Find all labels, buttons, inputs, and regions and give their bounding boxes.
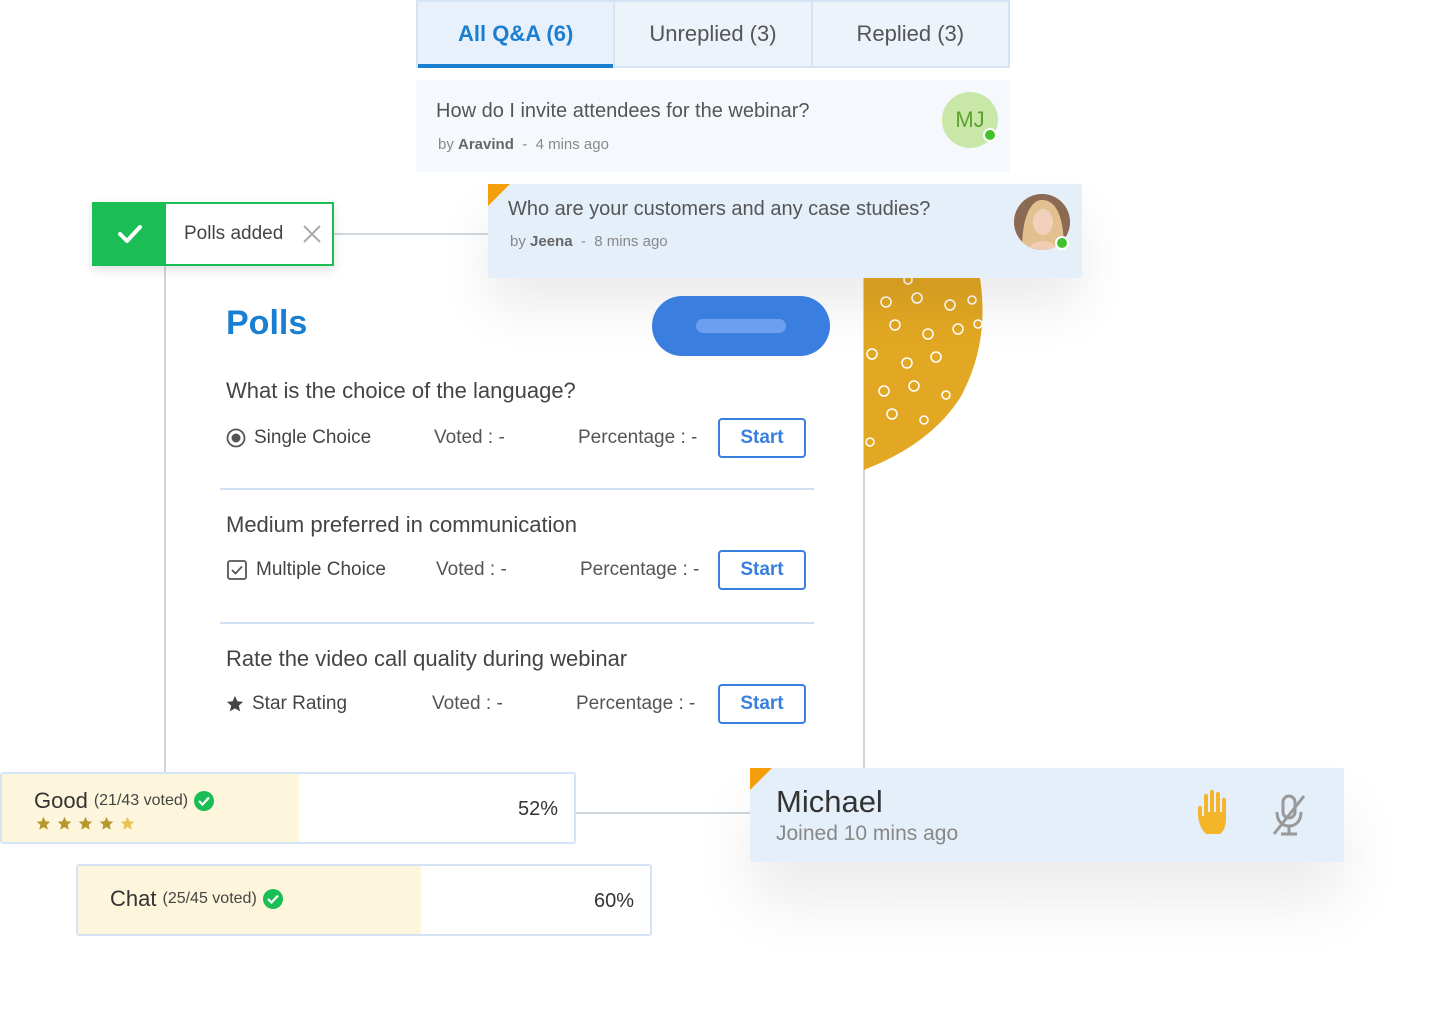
qa-tabs: All Q&A (6) Unreplied (3) Replied (3) — [416, 0, 1010, 68]
poll-type: Multiple Choice — [226, 550, 386, 590]
question-author: Jeena — [530, 233, 573, 250]
result-option: Chat — [110, 886, 157, 911]
mic-muted-icon[interactable] — [1270, 792, 1308, 843]
poll-type: Single Choice — [226, 418, 371, 458]
start-button[interactable]: Start — [718, 550, 806, 590]
poll-row: Star Rating Voted : - Percentage : - Sta… — [226, 684, 806, 724]
poll-type-label: Multiple Choice — [256, 559, 386, 580]
poll-voted: Voted : - — [436, 559, 507, 580]
result-percent: 52% — [517, 798, 558, 820]
poll-question: What is the choice of the language? — [226, 378, 576, 403]
poll-percentage: Percentage : - — [580, 559, 700, 580]
rating-star-icon — [57, 816, 72, 830]
by-prefix: by — [438, 136, 454, 153]
connector-toast-qa — [334, 233, 488, 235]
tab-all-qa[interactable]: All Q&A (6) — [418, 2, 616, 68]
poll-type-label: Star Rating — [252, 693, 348, 714]
meta-separator: - — [522, 136, 528, 153]
toast-message: Polls added — [184, 223, 284, 244]
poll-question: Medium preferred in communication — [226, 512, 577, 537]
poll-voted: Voted : - — [434, 427, 505, 448]
question-meta: by Jeena - 8 mins ago — [510, 233, 668, 250]
radio-icon — [226, 428, 246, 448]
by-prefix: by — [510, 233, 526, 250]
question-time: 8 mins ago — [594, 233, 668, 250]
question-card[interactable]: How do I invite attendees for the webina… — [416, 80, 1010, 172]
participant-card[interactable]: Michael Joined 10 mins ago — [750, 768, 1344, 862]
tab-replied[interactable]: Replied (3) — [813, 2, 1008, 66]
poll-result-bar: Chat (25/45 voted) 60% — [76, 864, 652, 936]
result-option: Good — [34, 788, 88, 813]
button-placeholder-bar — [696, 319, 786, 333]
rating-star-icon — [36, 816, 51, 830]
polls-title: Polls — [226, 304, 308, 342]
question-meta: by Aravind - 4 mins ago — [438, 136, 609, 153]
checkbox-icon — [227, 560, 247, 580]
question-time: 4 mins ago — [535, 136, 609, 153]
poll-percentage: Percentage : - — [576, 693, 696, 714]
verified-check-icon — [194, 791, 215, 811]
question-author: Aravind — [458, 136, 514, 153]
result-votes: (21/43 voted) — [93, 792, 189, 809]
result-label: Good (21/43 voted) — [34, 788, 215, 814]
close-icon[interactable] — [292, 204, 332, 264]
poll-percentage: Percentage : - — [578, 427, 698, 448]
check-icon — [94, 204, 166, 264]
poll-result-bar: Good (21/43 voted) 52% — [0, 772, 576, 844]
tab-unreplied[interactable]: Unreplied (3) — [615, 2, 813, 66]
highlight-corner-icon — [750, 768, 772, 790]
add-poll-button[interactable] — [652, 296, 830, 356]
polls-added-toast: Polls added — [92, 202, 334, 266]
rating-star-icon — [120, 816, 135, 830]
question-text: Who are your customers and any case stud… — [508, 198, 931, 220]
divider — [220, 488, 814, 490]
question-text: How do I invite attendees for the webina… — [436, 100, 810, 122]
poll-question: Rate the video call quality during webin… — [226, 646, 628, 671]
question-card[interactable]: Who are your customers and any case stud… — [488, 184, 1082, 278]
decorative-blob — [864, 278, 983, 470]
meta-separator: - — [580, 233, 586, 250]
rating-star-icon — [99, 816, 114, 830]
result-votes: (25/45 voted) — [162, 890, 257, 907]
online-status-icon — [983, 128, 997, 142]
poll-row: Multiple Choice Voted : - Percentage : -… — [226, 550, 806, 590]
participant-name: Michael — [776, 784, 883, 819]
poll-type: Star Rating — [226, 684, 347, 724]
connector-vertical-left — [164, 266, 166, 772]
online-status-icon — [1055, 236, 1069, 250]
raise-hand-icon[interactable] — [1196, 788, 1238, 843]
result-percent: 60% — [593, 890, 634, 912]
participant-joined: Joined 10 mins ago — [776, 822, 959, 845]
rating-star-icon — [78, 816, 93, 830]
highlight-corner-icon — [488, 184, 510, 206]
avatar-initials: MJ — [955, 107, 985, 132]
rating-stars — [36, 816, 135, 831]
poll-row: Single Choice Voted : - Percentage : - S… — [226, 418, 806, 458]
start-button[interactable]: Start — [718, 684, 806, 724]
star-icon — [226, 695, 244, 712]
verified-check-icon — [262, 889, 283, 909]
poll-type-label: Single Choice — [254, 427, 372, 448]
poll-voted: Voted : - — [432, 693, 503, 714]
divider — [220, 622, 814, 624]
connector-result-participant — [576, 812, 750, 814]
result-label: Chat (25/45 voted) — [110, 886, 283, 912]
start-button[interactable]: Start — [718, 418, 806, 458]
